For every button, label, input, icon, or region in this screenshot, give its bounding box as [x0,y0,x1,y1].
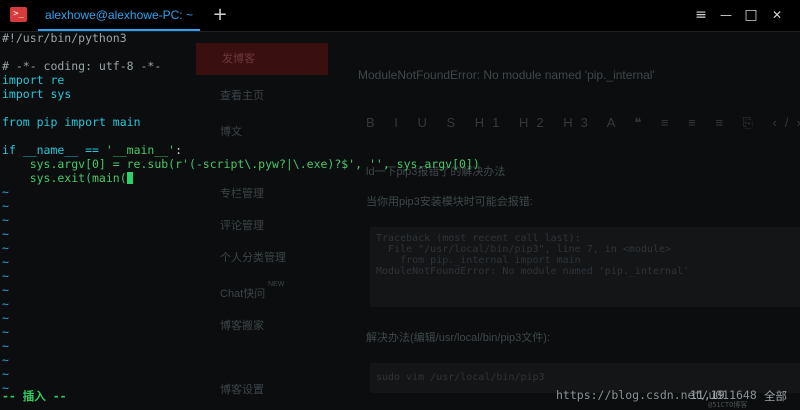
string-literal: '' [368,157,383,171]
code-text: sys.argv[0] = re.sub( [2,157,176,171]
code-line: #!/usr/bin/python3 [2,31,800,45]
code-line: # -*- coding: utf-8 -*- [2,59,800,73]
coding-comment: # -*- coding: utf-8 -*- [2,59,162,73]
tilde-line: ~ [2,227,9,241]
tilde-line: ~ [2,353,9,367]
module-name: re [43,73,65,87]
tilde-line: ~ [2,269,9,283]
string-literal: r'(-script\.pyw?|\.exe)?$' [175,157,356,171]
string-literal: '__main__' [105,143,176,157]
code-line: sys.exit(main( [2,171,800,185]
tilde-line: ~ [2,367,9,381]
terminal-buffer[interactable]: #!/usr/bin/python3 # -*- coding: utf-8 -… [2,31,800,395]
tilde-line: ~ [2,311,9,325]
code-line: sys.argv[0] = re.sub(r'(-script\.pyw?|\.… [2,157,800,171]
tab-terminal[interactable]: alexhowe@alexhowe-PC: ~ [38,0,200,31]
tilde-line: ~ [2,255,9,269]
separator: , [355,157,369,171]
empty-buffer-lines: ~ ~ ~ ~ ~ ~ ~ ~ ~ ~ ~ ~ ~ ~ ~ [2,185,800,395]
watermark-small: @51CTO博客 [708,401,748,409]
code-line: if __name__ == '__main__': [2,143,800,157]
tilde-line: ~ [2,213,9,227]
tilde-line: ~ [2,297,9,311]
tilde-line: ~ [2,185,9,199]
tilde-line: ~ [2,283,9,297]
maximize-icon[interactable]: □ [742,6,760,24]
vim-mode-indicator: -- 插入 -- [2,389,67,403]
import-name: main [105,115,141,129]
code-line: import re [2,73,800,87]
close-icon[interactable]: ✕ [768,6,786,24]
tilde-line: ~ [2,339,9,353]
tilde-line: ~ [2,325,9,339]
tilde-line: ~ [2,241,9,255]
text-cursor [126,172,133,184]
shebang-text: #!/usr/bin/python3 [2,31,127,45]
keyword-from: from [2,115,30,129]
terminal-icon: >_ [10,7,27,22]
plus-icon[interactable]: + [210,5,230,25]
title-bar: >_ alexhowe@alexhowe-PC: ~ + ≡ — □ ✕ [0,0,800,32]
code-text: sys.exit(main( [2,171,127,185]
keyword-import: import [2,87,44,101]
keyword-import: import [2,73,44,87]
keyword-import: import [64,115,106,129]
if-condition: __name__ == [15,143,106,157]
view-position: 全部 [764,389,787,403]
tilde-line: ~ [2,199,9,213]
package-name: pip [29,115,65,129]
code-text: , sys.argv[0]) [382,157,480,171]
minimize-icon[interactable]: — [717,6,735,24]
module-name: sys [43,87,72,101]
colon: : [175,143,183,157]
menu-icon[interactable]: ≡ [692,6,710,24]
code-line: import sys [2,87,800,101]
keyword-if: if [2,143,16,157]
code-line: from pip import main [2,115,800,129]
